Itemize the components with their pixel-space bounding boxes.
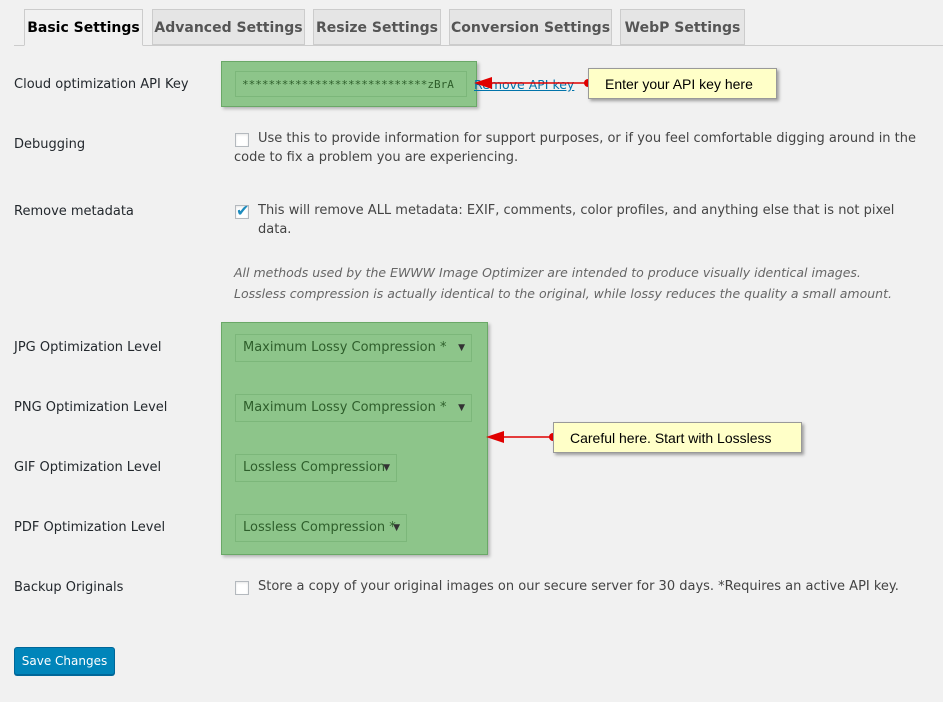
chevron-down-icon: ▼ <box>458 343 465 353</box>
chevron-down-icon: ▼ <box>393 523 400 533</box>
gif-level-value: Lossless Compression <box>243 460 386 475</box>
backup-originals-checkbox[interactable] <box>235 581 249 595</box>
debugging-label: Debugging <box>14 137 86 152</box>
api-key-field[interactable]: ****************************zBrA <box>235 71 467 97</box>
debugging-description: Use this to provide information for supp… <box>234 131 917 165</box>
compression-note: All methods used by the EWWW Image Optim… <box>234 265 892 301</box>
jpg-level-select[interactable]: Maximum Lossy Compression * ▼ <box>235 334 472 362</box>
save-changes-button[interactable]: Save Changes <box>14 647 115 675</box>
backup-originals-label: Backup Originals <box>14 580 124 595</box>
levels-callout: Careful here. Start with Lossless <box>553 422 802 453</box>
png-level-value: Maximum Lossy Compression * <box>243 400 447 415</box>
png-level-label: PNG Optimization Level <box>14 400 168 415</box>
remove-api-key-link[interactable]: Remove API key <box>474 77 574 92</box>
pdf-level-value: Lossless Compression * <box>243 520 396 535</box>
gif-level-select[interactable]: Lossless Compression ▼ <box>235 454 397 482</box>
tab-advanced-settings[interactable]: Advanced Settings <box>152 9 305 45</box>
gif-level-label: GIF Optimization Level <box>14 460 162 475</box>
levels-arrow-head <box>486 431 504 443</box>
tab-conversion-settings[interactable]: Conversion Settings <box>449 9 612 45</box>
chevron-down-icon: ▼ <box>383 463 390 473</box>
jpg-level-label: JPG Optimization Level <box>14 340 162 355</box>
pdf-level-select[interactable]: Lossless Compression * ▼ <box>235 514 407 542</box>
png-level-select[interactable]: Maximum Lossy Compression * ▼ <box>235 394 472 422</box>
tab-webp-settings[interactable]: WebP Settings <box>620 9 745 45</box>
api-key-callout: Enter your API key here <box>588 68 777 99</box>
remove-metadata-description: This will remove ALL metadata: EXIF, com… <box>258 203 895 237</box>
chevron-down-icon: ▼ <box>458 403 465 413</box>
backup-originals-description: Store a copy of your original images on … <box>258 579 899 594</box>
tab-resize-settings[interactable]: Resize Settings <box>313 9 441 45</box>
checkmark-icon: ✔ <box>236 201 250 220</box>
remove-metadata-label: Remove metadata <box>14 204 134 219</box>
tab-basic-settings[interactable]: Basic Settings <box>24 9 143 46</box>
jpg-level-value: Maximum Lossy Compression * <box>243 340 447 355</box>
remove-metadata-checkbox[interactable]: ✔ <box>235 201 250 220</box>
pdf-level-label: PDF Optimization Level <box>14 520 166 535</box>
api-key-label: Cloud optimization API Key <box>14 77 189 92</box>
